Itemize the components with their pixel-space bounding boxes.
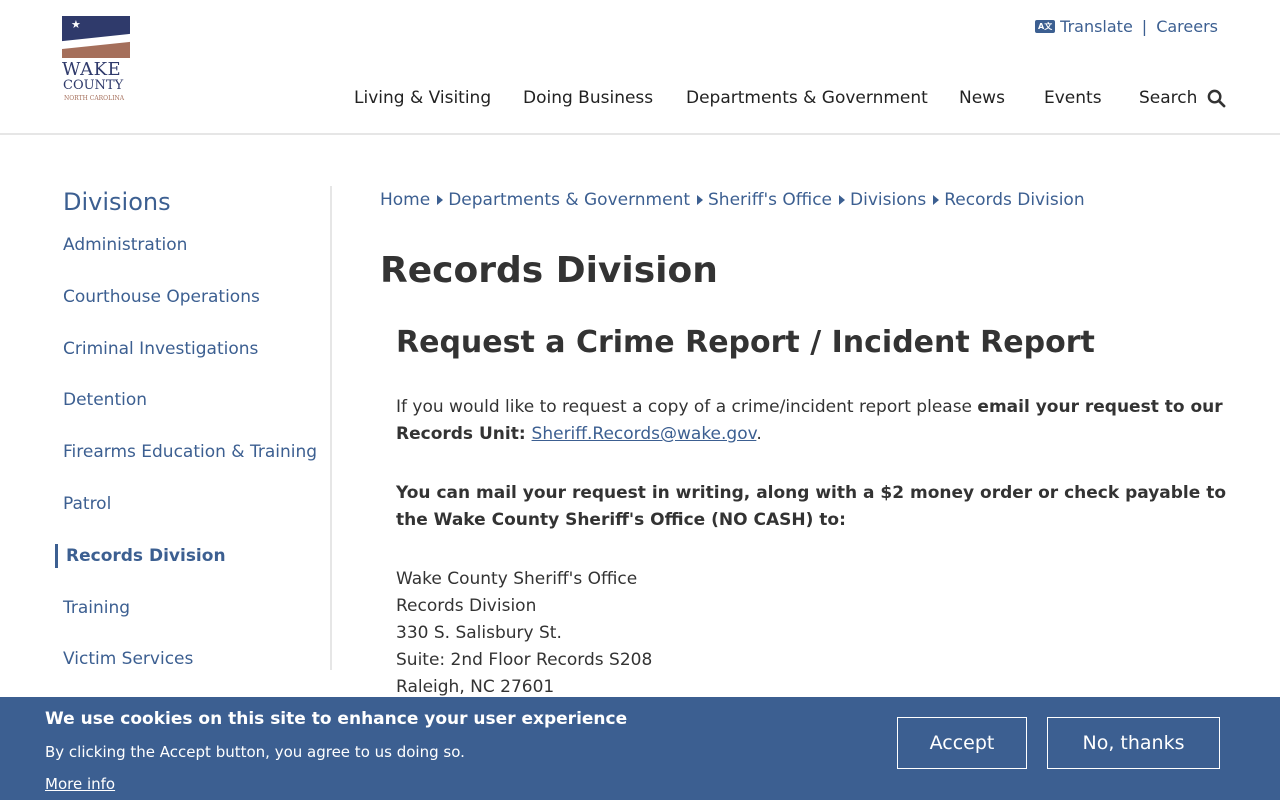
- sidebar-item-firearms-education-training[interactable]: Firearms Education & Training: [63, 442, 317, 462]
- breadcrumb-records-division[interactable]: Records Division: [944, 190, 1084, 210]
- site-header: ★ WAKE COUNTY NORTH CAROLINA A文 Translat…: [0, 0, 1280, 135]
- breadcrumb: Home Departments & Government Sheriff's …: [380, 190, 1085, 210]
- nav-living-visiting[interactable]: Living & Visiting: [354, 88, 491, 108]
- breadcrumb-caret-icon: [437, 195, 444, 205]
- cookie-title: We use cookies on this site to enhance y…: [45, 709, 628, 729]
- decline-cookies-button[interactable]: No, thanks: [1047, 717, 1220, 769]
- nav-events[interactable]: Events: [1044, 88, 1102, 108]
- sidebar-item-victim-services[interactable]: Victim Services: [63, 649, 193, 669]
- address-line: Wake County Sheriff's Office: [396, 569, 638, 589]
- nav-doing-business[interactable]: Doing Business: [523, 88, 653, 108]
- address-line: Suite: 2nd Floor Records S208: [396, 650, 653, 670]
- breadcrumb-caret-icon: [839, 195, 846, 205]
- utility-nav: A文 Translate | Careers: [1035, 17, 1218, 36]
- sidebar-item-records-division[interactable]: Records Division: [66, 546, 226, 566]
- nav-departments-government[interactable]: Departments & Government: [686, 88, 928, 108]
- breadcrumb-sheriffs-office[interactable]: Sheriff's Office: [708, 190, 832, 210]
- active-indicator: [55, 544, 58, 568]
- cookie-text: By clicking the Accept button, you agree…: [45, 743, 465, 761]
- cookie-more-info-link[interactable]: More info: [45, 775, 115, 793]
- breadcrumb-home[interactable]: Home: [380, 190, 430, 210]
- star-icon: ★: [71, 18, 81, 31]
- page-title: Records Division: [380, 250, 718, 291]
- wake-county-logo[interactable]: ★ WAKE COUNTY NORTH CAROLINA: [62, 16, 132, 104]
- sidebar-item-criminal-investigations[interactable]: Criminal Investigations: [63, 339, 258, 359]
- translate-label: Translate: [1060, 17, 1133, 36]
- section-title: Request a Crime Report / Incident Report: [396, 325, 1095, 360]
- address-line: Records Division: [396, 596, 537, 616]
- breadcrumb-caret-icon: [697, 195, 704, 205]
- sidebar-item-administration[interactable]: Administration: [63, 235, 187, 255]
- translate-icon: A文: [1035, 20, 1056, 33]
- sidebar-item-detention[interactable]: Detention: [63, 390, 147, 410]
- records-email-link[interactable]: Sheriff.Records@wake.gov: [532, 424, 757, 444]
- address-line: 330 S. Salisbury St.: [396, 623, 562, 643]
- nav-search[interactable]: Search: [1139, 88, 1226, 108]
- breadcrumb-caret-icon: [933, 195, 940, 205]
- careers-link[interactable]: Careers: [1156, 17, 1218, 36]
- breadcrumb-departments-government[interactable]: Departments & Government: [448, 190, 690, 210]
- logo-text-wake: WAKE: [62, 59, 122, 80]
- logo-text-state: NORTH CAROLINA: [64, 95, 125, 102]
- sidebar-item-courthouse-operations[interactable]: Courthouse Operations: [63, 287, 260, 307]
- utility-separator: |: [1141, 17, 1148, 36]
- sidebar-nav: Divisions Administration Courthouse Oper…: [0, 186, 332, 670]
- search-icon: [1207, 89, 1226, 107]
- breadcrumb-divisions[interactable]: Divisions: [850, 190, 926, 210]
- logo-flag-graphic: ★: [62, 16, 130, 58]
- sidebar-item-patrol[interactable]: Patrol: [63, 494, 111, 514]
- nav-search-label: Search: [1139, 88, 1198, 108]
- logo-text-county: COUNTY: [63, 78, 124, 93]
- sidebar-title: Divisions: [63, 188, 171, 216]
- mail-request-paragraph: You can mail your request in writing, al…: [396, 483, 1227, 530]
- translate-link[interactable]: A文 Translate: [1035, 17, 1133, 36]
- cookie-banner: We use cookies on this site to enhance y…: [0, 697, 1280, 800]
- request-paragraph: If you would like to request a copy of a…: [396, 397, 1223, 444]
- mailing-address: Wake County Sheriff's Office Records Div…: [396, 566, 1226, 701]
- accept-cookies-button[interactable]: Accept: [897, 717, 1027, 769]
- nav-news[interactable]: News: [959, 88, 1005, 108]
- sidebar-item-training[interactable]: Training: [63, 598, 130, 618]
